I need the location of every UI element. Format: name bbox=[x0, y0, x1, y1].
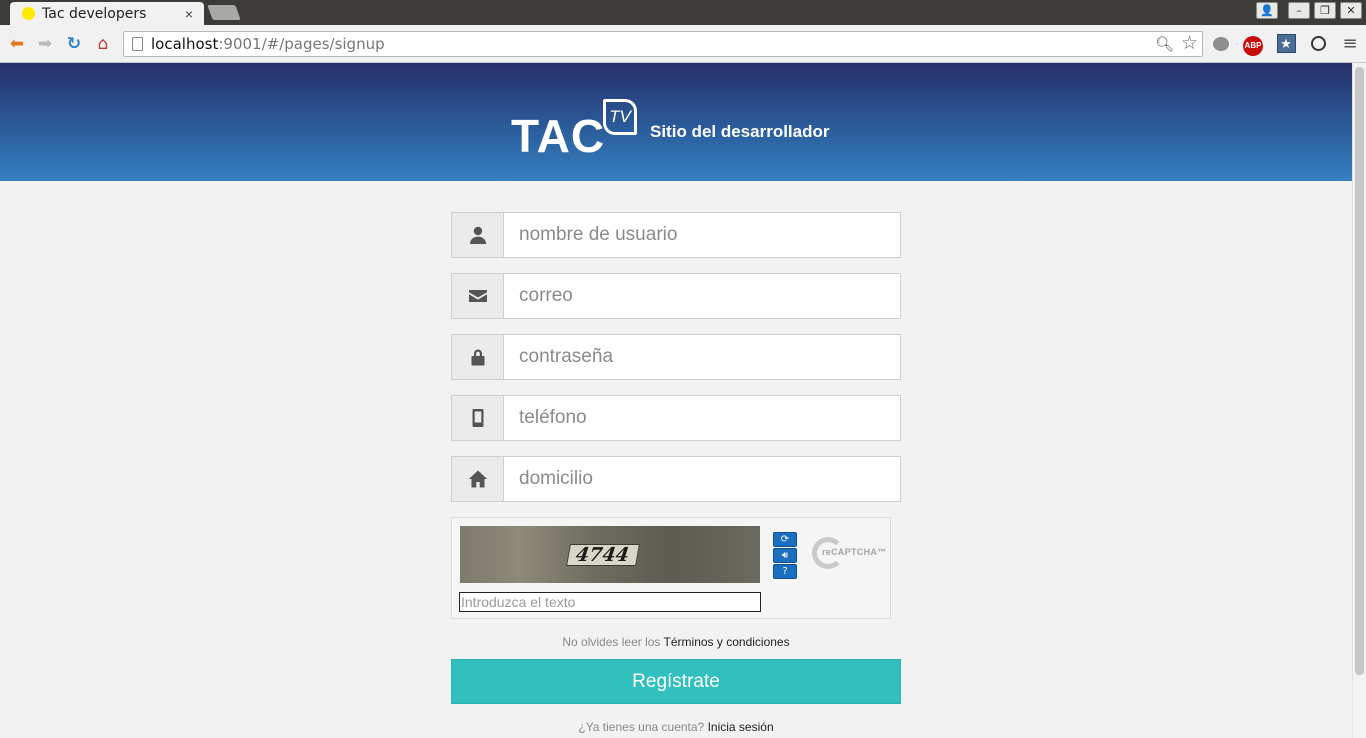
logo-text: TAC bbox=[511, 110, 606, 162]
captcha-text: 4744 bbox=[574, 544, 631, 566]
register-button[interactable]: Regístrate bbox=[451, 659, 901, 704]
password-group bbox=[451, 334, 901, 380]
user-icon bbox=[452, 213, 504, 257]
login-prefix: ¿Ya tienes una cuenta? bbox=[578, 720, 705, 734]
terms-line: No olvides leer los Términos y condicion… bbox=[451, 635, 901, 649]
tab-close-icon[interactable]: × bbox=[182, 6, 196, 22]
url-host: localhost bbox=[151, 35, 219, 53]
page-icon bbox=[132, 37, 143, 51]
captcha-image: 4744 bbox=[460, 526, 760, 583]
address-input[interactable] bbox=[504, 457, 900, 501]
browser-tabstrip: Tac developers × 👤 – ❐ ✕ bbox=[0, 0, 1366, 25]
phone-input[interactable] bbox=[504, 396, 900, 440]
hamburger-menu-icon[interactable]: ≡ bbox=[1340, 34, 1360, 54]
mobile-phone-icon bbox=[452, 396, 504, 440]
reload-icon[interactable]: ↻ bbox=[64, 34, 84, 54]
browser-tab[interactable]: Tac developers × bbox=[10, 2, 204, 25]
login-line: ¿Ya tienes una cuenta? Inicia sesión bbox=[451, 720, 901, 734]
terms-link[interactable]: Términos y condiciones bbox=[664, 635, 790, 649]
captcha-help-icon[interactable]: ? bbox=[773, 564, 797, 579]
url-path: :9001/#/pages/signup bbox=[218, 35, 385, 53]
recaptcha-logo: reCAPTCHA™ bbox=[810, 533, 887, 573]
password-input[interactable] bbox=[504, 335, 900, 379]
site-name: Sitio del desarrollador bbox=[650, 122, 830, 141]
back-arrow-icon[interactable]: ⬅ bbox=[7, 34, 27, 54]
new-tab-button[interactable] bbox=[207, 5, 241, 20]
clock-extension-icon[interactable] bbox=[1308, 34, 1328, 54]
login-link[interactable]: Inicia sesión bbox=[708, 720, 774, 734]
terms-prefix: No olvides leer los bbox=[562, 635, 661, 649]
minimize-button[interactable]: – bbox=[1288, 2, 1310, 19]
captcha-reload-icon[interactable]: ⟳ bbox=[773, 532, 797, 547]
page-viewport: TAC TV Sitio del desarrollador nombre de… bbox=[0, 63, 1352, 738]
username-group bbox=[451, 212, 901, 258]
window-controls: 👤 – ❐ ✕ bbox=[1256, 2, 1362, 19]
home-icon bbox=[452, 457, 504, 501]
browser-toolbar: ⬅ ➡ ↻ ⌂ localhost:9001/#/pages/signup 🔍︎… bbox=[0, 25, 1366, 63]
lock-icon bbox=[452, 335, 504, 379]
site-header: TAC TV Sitio del desarrollador bbox=[0, 63, 1352, 181]
speech-bubble-extension-icon[interactable] bbox=[1211, 34, 1231, 54]
restore-button[interactable]: ❐ bbox=[1314, 2, 1336, 19]
magnifier-icon[interactable]: 🔍︎ bbox=[1155, 35, 1174, 53]
tab-title: Tac developers bbox=[42, 5, 147, 22]
page-scrollbar[interactable] bbox=[1352, 63, 1366, 738]
recaptcha-logo-text: reCAPTCHA™ bbox=[822, 547, 887, 557]
adblock-icon[interactable]: ABP bbox=[1243, 34, 1263, 56]
recaptcha-widget: 4744 ⟳ 🔊︎ ? reCAPTCHA™ bbox=[451, 517, 891, 619]
captcha-controls: ⟳ 🔊︎ ? bbox=[773, 532, 799, 580]
envelope-icon bbox=[452, 274, 504, 318]
logo-tv-badge: TV bbox=[603, 99, 637, 135]
email-group bbox=[451, 273, 901, 319]
captcha-audio-icon[interactable]: 🔊︎ bbox=[773, 548, 797, 563]
bookmark-star-icon[interactable]: ☆ bbox=[1181, 32, 1198, 54]
close-window-button[interactable]: ✕ bbox=[1340, 2, 1362, 19]
phone-group bbox=[451, 395, 901, 441]
scrollbar-thumb[interactable] bbox=[1355, 67, 1364, 675]
captcha-input[interactable] bbox=[459, 592, 761, 612]
home-icon[interactable]: ⌂ bbox=[93, 34, 113, 54]
email-input[interactable] bbox=[504, 274, 900, 318]
profile-icon[interactable]: 👤 bbox=[1256, 2, 1278, 19]
favicon-icon bbox=[22, 7, 35, 20]
brand[interactable]: TAC TV Sitio del desarrollador bbox=[511, 97, 851, 162]
address-bar[interactable]: localhost:9001/#/pages/signup 🔍︎ ☆ bbox=[123, 31, 1203, 57]
username-input[interactable] bbox=[504, 213, 900, 257]
bookmark-extension-icon[interactable]: ★ bbox=[1276, 34, 1296, 54]
forward-arrow-icon[interactable]: ➡ bbox=[35, 34, 55, 54]
signup-form: 4744 ⟳ 🔊︎ ? reCAPTCHA™ No olvides leer l… bbox=[451, 212, 901, 734]
address-group bbox=[451, 456, 901, 502]
